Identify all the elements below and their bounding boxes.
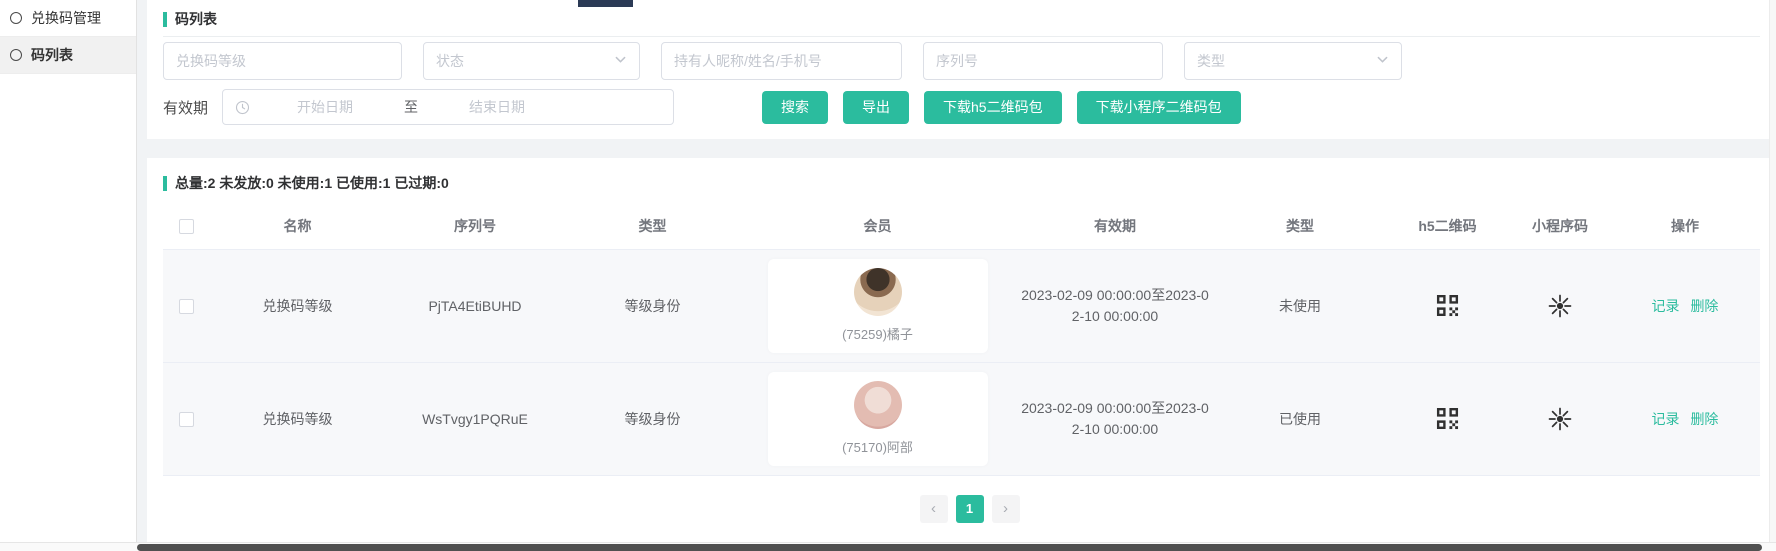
col-header-name: 名称 <box>210 203 385 249</box>
clock-icon <box>235 100 250 115</box>
col-header-validity: 有效期 <box>1015 203 1215 249</box>
cell-name: 兑换码等级 <box>210 249 385 362</box>
table-panel: 总量:2 未发放:0 未使用:1 已使用:1 已过期:0 名称 序列号 类型 会… <box>147 158 1776 542</box>
table-row: 兑换码等级 PjTA4EtiBUHD 等级身份 (75259)橘子 2023-0… <box>163 249 1760 362</box>
cell-validity: 2023-02-09 00:00:00至2023-02-10 00:00:00 <box>1021 398 1209 440</box>
type-select-placeholder: 类型 <box>1197 51 1225 71</box>
cell-status: 已使用 <box>1215 362 1385 475</box>
export-button[interactable]: 导出 <box>843 91 909 124</box>
date-range-picker[interactable]: 至 <box>222 89 674 125</box>
qrcode-icon[interactable] <box>1436 409 1459 425</box>
sidebar-item-code-list[interactable]: 码列表 <box>0 37 136 74</box>
record-link[interactable]: 记录 <box>1652 298 1680 314</box>
cell-serial: WsTvgy1PQRuE <box>385 362 565 475</box>
search-button[interactable]: 搜索 <box>762 91 828 124</box>
sidebar-item-exchange-code-management[interactable]: 兑换码管理 <box>0 0 136 37</box>
table-header-row: 名称 序列号 类型 会员 有效期 类型 h5二维码 小程序码 操作 <box>163 203 1760 249</box>
member-name: (75170)阿部 <box>768 437 988 456</box>
filter-row-1: 状态 类型 <box>163 42 1760 80</box>
horizontal-scrollbar-thumb[interactable] <box>137 544 1762 551</box>
avatar <box>854 268 902 316</box>
qrcode-icon[interactable] <box>1436 296 1459 312</box>
pagination-next-button[interactable]: › <box>992 495 1020 523</box>
download-miniprogram-qrcode-button[interactable]: 下载小程序二维码包 <box>1077 91 1241 124</box>
validity-label: 有效期 <box>163 97 208 118</box>
status-select[interactable]: 状态 <box>423 42 640 80</box>
code-level-input[interactable] <box>176 53 389 69</box>
top-dark-fragment <box>578 0 633 7</box>
col-header-miniprogram-code: 小程序码 <box>1510 203 1610 249</box>
cell-serial: PjTA4EtiBUHD <box>385 249 565 362</box>
filter-row-2: 有效期 至 搜索 导出 下载h5二维码包 下载小程序二维码包 <box>163 89 1760 125</box>
summary-row: 总量:2 未发放:0 未使用:1 已使用:1 已过期:0 <box>163 173 1776 193</box>
cell-validity: 2023-02-09 00:00:00至2023-02-10 00:00:00 <box>1021 285 1209 327</box>
main-content: 码列表 状态 类型 <box>137 0 1776 542</box>
chevron-down-icon <box>1376 53 1389 69</box>
pagination: ‹ 1 › <box>163 495 1776 523</box>
record-link[interactable]: 记录 <box>1652 411 1680 427</box>
end-date-input[interactable] <box>422 99 572 115</box>
pagination-prev-button[interactable]: ‹ <box>920 495 948 523</box>
member-card: (75259)橘子 <box>768 259 988 353</box>
col-header-type: 类型 <box>565 203 740 249</box>
serial-field <box>923 42 1163 80</box>
sidebar: 兑换码管理 码列表 <box>0 0 137 542</box>
circle-radio-icon <box>10 49 22 61</box>
circle-radio-icon <box>10 12 22 24</box>
select-all-checkbox[interactable] <box>179 219 194 234</box>
cell-type: 等级身份 <box>565 362 740 475</box>
col-header-member: 会员 <box>740 203 1015 249</box>
start-date-input[interactable] <box>250 99 400 115</box>
date-range-separator: 至 <box>400 97 422 117</box>
avatar <box>854 381 902 429</box>
code-level-field <box>163 42 402 80</box>
table-row: 兑换码等级 WsTvgy1PQRuE 等级身份 (75170)阿部 2023-0… <box>163 362 1760 475</box>
mini-program-circular-code-icon[interactable] <box>1548 409 1572 425</box>
panel-gap <box>147 139 1776 158</box>
sidebar-item-label: 兑换码管理 <box>31 8 101 28</box>
sidebar-item-label: 码列表 <box>31 45 73 65</box>
member-card: (75170)阿部 <box>768 372 988 466</box>
delete-link[interactable]: 删除 <box>1690 298 1718 314</box>
page-title: 码列表 <box>175 9 217 29</box>
col-header-serial: 序列号 <box>385 203 565 249</box>
action-button-group: 搜索 导出 下载h5二维码包 下载小程序二维码包 <box>762 91 1241 124</box>
row-checkbox[interactable] <box>179 299 194 314</box>
cell-name: 兑换码等级 <box>210 362 385 475</box>
col-header-h5-qrcode: h5二维码 <box>1385 203 1510 249</box>
title-accent-bar <box>163 12 167 27</box>
vertical-scrollbar-track[interactable] <box>1769 0 1776 542</box>
col-header-status: 类型 <box>1215 203 1385 249</box>
serial-input[interactable] <box>936 53 1150 69</box>
cell-status: 未使用 <box>1215 249 1385 362</box>
status-select-placeholder: 状态 <box>436 51 464 71</box>
member-name: (75259)橘子 <box>768 324 988 343</box>
codes-table: 名称 序列号 类型 会员 有效期 类型 h5二维码 小程序码 操作 兑换码等级 <box>163 203 1760 476</box>
chevron-down-icon <box>614 53 627 69</box>
summary-accent-bar <box>163 176 167 191</box>
type-select[interactable]: 类型 <box>1184 42 1402 80</box>
app-window: 兑换码管理 码列表 码列表 状态 <box>0 0 1776 542</box>
col-header-actions: 操作 <box>1610 203 1760 249</box>
filter-panel: 码列表 状态 类型 <box>147 0 1776 139</box>
delete-link[interactable]: 删除 <box>1690 411 1718 427</box>
mini-program-circular-code-icon[interactable] <box>1548 296 1572 312</box>
holder-input[interactable] <box>674 53 889 69</box>
pagination-page-1[interactable]: 1 <box>956 495 984 523</box>
cell-type: 等级身份 <box>565 249 740 362</box>
download-h5-qrcode-button[interactable]: 下载h5二维码包 <box>924 91 1062 124</box>
summary-stats: 总量:2 未发放:0 未使用:1 已使用:1 已过期:0 <box>175 173 449 193</box>
horizontal-scrollbar-track[interactable] <box>0 542 1776 551</box>
row-checkbox[interactable] <box>179 412 194 427</box>
panel-title-row: 码列表 <box>163 9 1760 37</box>
holder-field <box>661 42 902 80</box>
